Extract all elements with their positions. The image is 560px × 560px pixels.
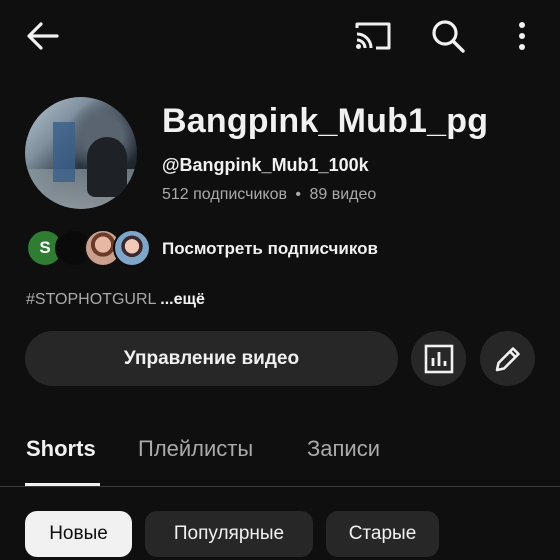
channel-tabs: Shorts Плейлисты Записи bbox=[0, 420, 560, 487]
view-subscribers-link[interactable]: Посмотреть подписчиков bbox=[162, 239, 378, 259]
subscriber-count: 512 подписчиков bbox=[162, 186, 287, 203]
analytics-icon bbox=[424, 344, 453, 373]
tab-shorts[interactable]: Shorts bbox=[26, 436, 96, 462]
cast-icon bbox=[355, 22, 391, 50]
chip-popular[interactable]: Популярные bbox=[145, 511, 313, 557]
tab-posts[interactable]: Записи bbox=[307, 436, 380, 462]
analytics-button[interactable] bbox=[411, 331, 466, 386]
channel-avatar[interactable] bbox=[25, 97, 137, 209]
subscriber-avatar bbox=[113, 229, 151, 267]
video-count: 89 видео bbox=[309, 186, 377, 203]
chip-newest[interactable]: Новые bbox=[25, 511, 132, 557]
edit-pencil-icon bbox=[495, 346, 520, 371]
active-tab-indicator bbox=[25, 483, 100, 486]
more-button[interactable] bbox=[508, 18, 536, 54]
subscriber-avatars[interactable]: S bbox=[26, 229, 151, 267]
tab-playlists[interactable]: Плейлисты bbox=[138, 436, 253, 462]
search-button[interactable] bbox=[428, 16, 468, 56]
channel-handle: @Bangpink_Mub1_100k bbox=[162, 155, 369, 175]
more-vert-icon bbox=[519, 22, 525, 50]
channel-name: Bangpink_Mub1_pg bbox=[162, 102, 489, 140]
more-link[interactable]: ...ещё bbox=[160, 291, 205, 308]
manage-videos-button[interactable]: Управление видео bbox=[25, 331, 398, 386]
avatar-photo-person bbox=[87, 137, 127, 197]
edit-button[interactable] bbox=[480, 331, 535, 386]
back-button[interactable] bbox=[22, 18, 62, 54]
description-text: #STOPHOTGURL bbox=[26, 291, 156, 308]
cast-button[interactable] bbox=[352, 18, 394, 54]
avatar-photo-door bbox=[53, 122, 75, 182]
channel-stats: 512 подписчиков • 89 видео bbox=[162, 186, 376, 204]
search-icon bbox=[432, 20, 465, 53]
channel-description[interactable]: #STOPHOTGURL ...ещё bbox=[26, 291, 205, 309]
stats-separator: • bbox=[295, 186, 302, 203]
back-arrow-icon bbox=[27, 22, 59, 50]
chip-oldest[interactable]: Старые bbox=[326, 511, 439, 557]
